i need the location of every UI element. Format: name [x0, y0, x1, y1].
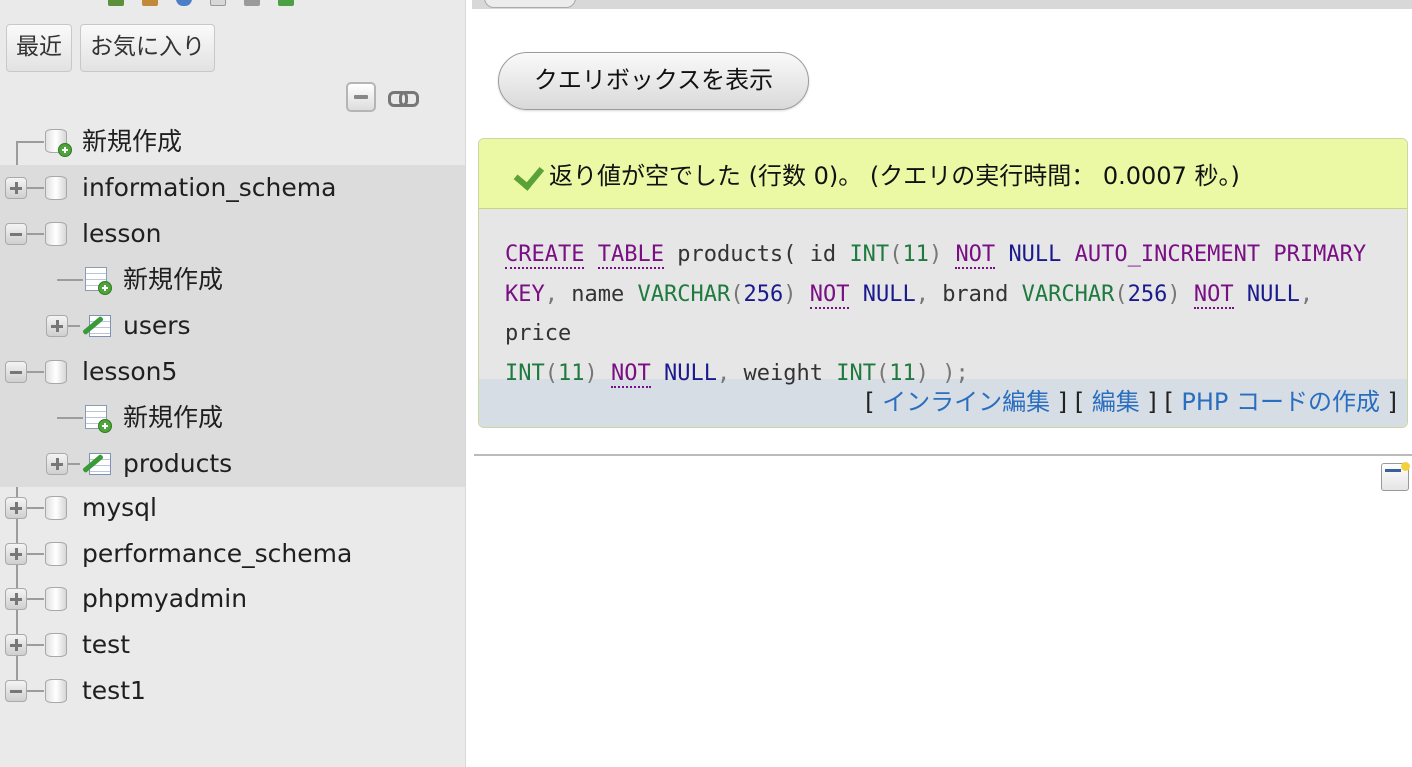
expand-icon[interactable]	[5, 634, 27, 656]
tab-favorites[interactable]: お気に入り	[80, 24, 215, 72]
sql-line-1: CREATE TABLE products( id INT(11) NOT NU…	[505, 242, 1367, 269]
collapse-icon[interactable]	[5, 223, 27, 245]
collapse-icon[interactable]	[5, 680, 27, 702]
home-icon[interactable]	[108, 0, 124, 6]
create-php-code-link[interactable]: PHP コードの作成	[1181, 388, 1380, 416]
expand-icon[interactable]	[5, 588, 27, 610]
sql-line-2: KEY, name VARCHAR(256) NOT NULL, brand V…	[505, 281, 1314, 346]
expand-icon[interactable]	[5, 177, 27, 199]
tree-item-label[interactable]: test	[82, 628, 130, 662]
tree-item-db-information-schema[interactable]: information_schema	[0, 165, 465, 211]
help-icon[interactable]	[176, 0, 192, 6]
expand-icon[interactable]	[46, 315, 68, 337]
database-icon	[45, 633, 67, 657]
table-icon	[81, 451, 111, 477]
new-table-icon	[85, 267, 112, 295]
table-icon	[81, 313, 111, 339]
docs-icon[interactable]	[210, 0, 226, 6]
expand-icon[interactable]	[46, 453, 68, 475]
sql-query-display[interactable]: CREATE TABLE products( id INT(11) NOT NU…	[479, 209, 1407, 388]
nav-toolbar-icons	[108, 0, 294, 6]
tree-item-label[interactable]: products	[123, 447, 232, 481]
link-with-main-icon[interactable]	[388, 89, 419, 107]
tree-item-table-users[interactable]: users	[0, 303, 465, 349]
tree-item-label[interactable]: 新規作成	[82, 125, 182, 159]
tree-item-label[interactable]: mysql	[82, 491, 157, 525]
reload-icon[interactable]	[278, 0, 294, 6]
main-content: クエリボックスを表示 返り値が空でした (行数 0)。 (クエリの実行時間： 0…	[466, 0, 1412, 767]
tree-item-label[interactable]: test1	[82, 674, 146, 708]
edit-link[interactable]: 編集	[1092, 388, 1140, 416]
tree-item-table-products[interactable]: products	[0, 441, 465, 487]
tab-recent[interactable]: 最近	[6, 24, 72, 72]
database-icon	[45, 222, 67, 246]
tree-item-db-performance-schema[interactable]: performance_schema	[0, 531, 465, 577]
tree-item-db-test1[interactable]: test1	[0, 668, 465, 714]
expand-icon[interactable]	[5, 497, 27, 519]
inline-edit-link[interactable]: インライン編集	[882, 388, 1050, 416]
tree-item-db-test[interactable]: test	[0, 622, 465, 668]
tree-item-label[interactable]: 新規作成	[123, 401, 223, 435]
divider	[474, 454, 1412, 456]
tree-item-label[interactable]: users	[123, 309, 191, 343]
logout-icon[interactable]	[142, 0, 158, 6]
tree-item-label[interactable]: information_schema	[82, 171, 336, 205]
check-icon	[509, 160, 541, 188]
success-message-text: 返り値が空でした (行数 0)。 (クエリの実行時間： 0.0007 秒。)	[549, 162, 1240, 190]
database-icon	[45, 176, 67, 200]
tree-item-new-database[interactable]: 新規作成	[0, 119, 465, 165]
settings-icon[interactable]	[244, 0, 260, 6]
query-result-panel: 返り値が空でした (行数 0)。 (クエリの実行時間： 0.0007 秒。) C…	[478, 138, 1408, 428]
collapse-all-icon[interactable]	[346, 82, 376, 112]
tree-item-new-table-lesson5[interactable]: 新規作成	[0, 395, 465, 441]
database-icon	[45, 496, 67, 520]
tree-item-label[interactable]: lesson	[82, 217, 162, 251]
database-icon	[45, 360, 67, 384]
tree-item-db-lesson[interactable]: lesson	[0, 211, 465, 257]
navigation-panel: 最近 お気に入り 新規作成 information_schema lesson …	[0, 0, 466, 767]
top-scroll-strip	[472, 0, 1412, 9]
collapse-icon[interactable]	[5, 361, 27, 383]
tree-item-label[interactable]: lesson5	[82, 355, 177, 389]
tree-item-db-lesson5[interactable]: lesson5	[0, 349, 465, 395]
database-icon	[45, 679, 67, 703]
database-icon	[45, 542, 67, 566]
top-strip-tab[interactable]	[484, 0, 576, 8]
expand-icon[interactable]	[5, 543, 27, 565]
tree-item-label[interactable]: phpmyadmin	[82, 582, 247, 616]
tree-item-db-phpmyadmin[interactable]: phpmyadmin	[0, 576, 465, 622]
success-message: 返り値が空でした (行数 0)。 (クエリの実行時間： 0.0007 秒。)	[479, 139, 1407, 209]
tree-item-label[interactable]: performance_schema	[82, 537, 352, 571]
tree-item-db-mysql[interactable]: mysql	[0, 485, 465, 531]
new-table-icon	[85, 405, 112, 433]
tree-item-label[interactable]: 新規作成	[123, 263, 223, 297]
console-icon[interactable]	[1381, 462, 1410, 491]
show-query-box-button[interactable]: クエリボックスを表示	[498, 52, 809, 110]
new-database-icon	[45, 129, 72, 157]
database-icon	[45, 587, 67, 611]
tree-item-new-table-lesson[interactable]: 新規作成	[0, 257, 465, 303]
